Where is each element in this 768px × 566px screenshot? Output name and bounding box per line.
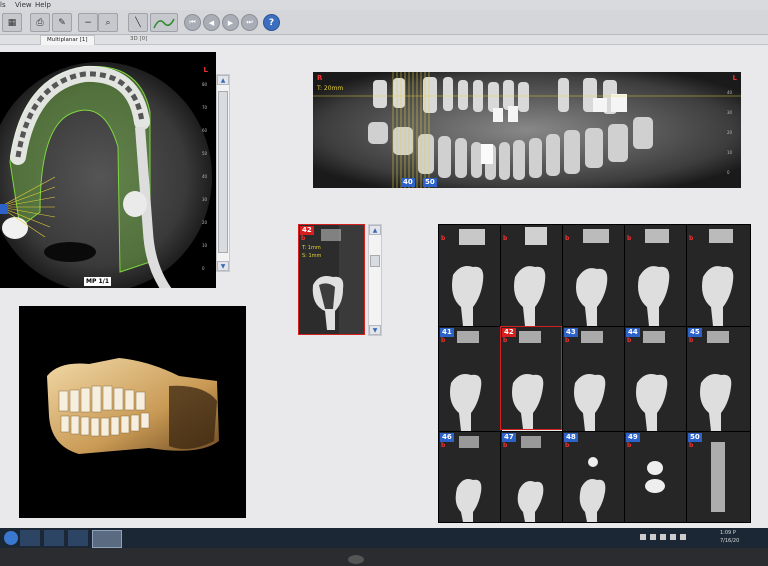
- cross-section-cell[interactable]: 46 b: [438, 431, 502, 523]
- axial-ruler: 80 70 60 50 40 30 20 10 0: [202, 82, 208, 271]
- cross-section-number: 42: [300, 226, 314, 235]
- tray-icon[interactable]: [670, 534, 676, 540]
- zoom-out-icon[interactable]: −: [78, 13, 98, 32]
- panoramic-ruler: 40 30 20 10 0: [727, 90, 733, 175]
- scroll-down-icon[interactable]: ▼: [369, 325, 381, 335]
- print-icon[interactable]: ⎙: [30, 13, 50, 32]
- tab-3d[interactable]: 3D [0]: [124, 35, 153, 44]
- right-marker: R: [317, 74, 323, 82]
- cross-section-scrollbar[interactable]: ▲ ▼: [368, 224, 382, 336]
- menu-view[interactable]: View: [15, 1, 32, 9]
- menu-help[interactable]: Help: [35, 1, 51, 9]
- tray-icon[interactable]: [640, 534, 646, 540]
- left-marker: L: [203, 66, 208, 74]
- taskbar-app-2-icon[interactable]: [44, 530, 64, 546]
- cross-section-cell[interactable]: b: [438, 224, 502, 327]
- axial-scrollbar[interactable]: ▲ ▼: [216, 74, 230, 272]
- cross-section-cell[interactable]: 47 b: [500, 431, 564, 523]
- clock-time: 1:09 P: [720, 530, 736, 536]
- scroll-thumb[interactable]: [370, 255, 380, 267]
- application-window: ls View Help ▦ ⎙ ✎ − ⌕ ╲ ⏮ ◀ ▶ ⏭ ? Multi…: [0, 0, 768, 528]
- scroll-thumb[interactable]: [218, 91, 228, 253]
- cross-section-cell[interactable]: 43 b: [562, 326, 626, 432]
- 3d-skull-image: [47, 358, 219, 454]
- cross-section-letter: b: [301, 235, 306, 242]
- menu-tools[interactable]: ls: [0, 1, 6, 9]
- tool-button-1[interactable]: ▦: [2, 13, 22, 32]
- prev-icon[interactable]: ◀: [203, 14, 220, 31]
- cross-section-cell[interactable]: b: [562, 224, 626, 327]
- curve-icon[interactable]: [150, 13, 178, 32]
- slice-end-badge: 50: [423, 178, 437, 187]
- ruler-icon[interactable]: ✎: [52, 13, 72, 32]
- mp-label: MP 1/1: [84, 277, 111, 286]
- left-marker: L: [732, 74, 737, 82]
- taskbar-app-1-icon[interactable]: [20, 530, 40, 546]
- axial-scan-image: [0, 62, 212, 288]
- system-tray[interactable]: [640, 534, 710, 542]
- measure-icon[interactable]: ╲: [128, 13, 148, 32]
- last-icon[interactable]: ⏭: [241, 14, 258, 31]
- cross-section-cell[interactable]: 48 b: [562, 431, 626, 523]
- cross-section-cell[interactable]: 44 b: [624, 326, 688, 432]
- brand-logo-icon: [348, 555, 364, 564]
- axial-view[interactable]: L 80 70 60 50 40 30 20 10 0 MP 1/1: [0, 52, 216, 288]
- scroll-up-icon[interactable]: ▲: [217, 75, 229, 85]
- scroll-down-icon[interactable]: ▼: [217, 261, 229, 271]
- cross-section-cell-selected[interactable]: 42 b: [500, 326, 562, 430]
- tab-multiplanar[interactable]: Multiplanar [1]: [40, 35, 95, 45]
- cross-section-cell[interactable]: 45 b: [686, 326, 751, 432]
- spacing-label: S: 1mm: [302, 253, 322, 259]
- play-icon[interactable]: ▶: [222, 14, 239, 31]
- cross-section-cell[interactable]: 50 b: [686, 431, 751, 523]
- toolbar: ▦ ⎙ ✎ − ⌕ ╲ ⏮ ◀ ▶ ⏭ ?: [0, 10, 768, 35]
- taskbar-app-3-icon[interactable]: [68, 530, 88, 546]
- thickness-label: T: 20mm: [317, 85, 344, 92]
- tab-bar: Multiplanar [1] 3D [0]: [0, 35, 768, 45]
- tray-icon[interactable]: [650, 534, 656, 540]
- tray-icon[interactable]: [680, 534, 686, 540]
- start-icon[interactable]: [4, 531, 18, 545]
- cross-section-cell[interactable]: b: [500, 224, 564, 327]
- zoom-in-icon[interactable]: ⌕: [98, 13, 118, 32]
- cross-section-cell[interactable]: 41 b: [438, 326, 502, 432]
- scroll-up-icon[interactable]: ▲: [369, 225, 381, 235]
- taskbar: 1:09 P 7/16/20: [0, 528, 768, 548]
- cross-section-image: [299, 225, 364, 334]
- first-icon[interactable]: ⏮: [184, 14, 201, 31]
- help-icon[interactable]: ?: [263, 14, 280, 31]
- cross-section-cell[interactable]: b: [686, 224, 751, 327]
- panoramic-scan-image: [313, 72, 741, 188]
- cross-section-grid: b b b b b 41 b 42 b 43 b 44 b 45 b 46 b …: [438, 224, 751, 523]
- slice-start-badge: 40: [401, 178, 415, 187]
- cross-section-single[interactable]: 42 b T: 1mm S: 1mm: [298, 224, 365, 335]
- 3d-render-view[interactable]: [19, 306, 246, 518]
- thickness-label: T: 1mm: [302, 245, 321, 251]
- tray-icon[interactable]: [660, 534, 666, 540]
- panoramic-view[interactable]: R L T: 20mm 40 50 40 30 20 10 0: [313, 72, 741, 188]
- cross-section-cell[interactable]: b: [624, 224, 688, 327]
- monitor-bezel: [0, 548, 768, 566]
- taskbar-active-app-icon[interactable]: [92, 530, 122, 548]
- cross-section-cell[interactable]: 49 b: [624, 431, 688, 523]
- clock-date: 7/16/20: [720, 538, 740, 544]
